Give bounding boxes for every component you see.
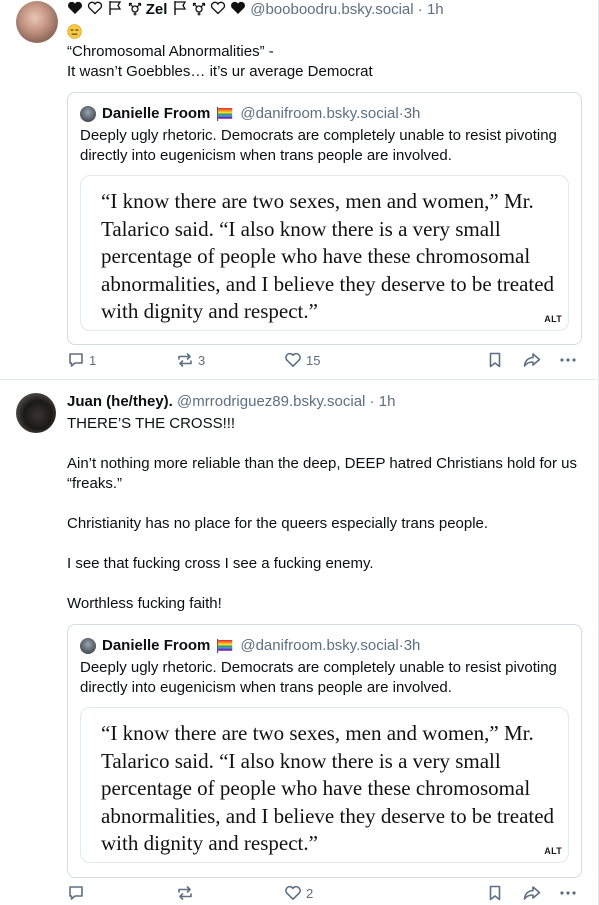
like-button[interactable]: 15	[284, 351, 320, 369]
display-name[interactable]: Zel	[146, 1, 168, 18]
more-icon	[560, 358, 576, 362]
handle[interactable]: @booboodru.bsky.social	[250, 1, 413, 18]
timestamp[interactable]: 1h	[427, 1, 444, 18]
alt-badge[interactable]: ALT	[544, 314, 562, 324]
quote-header: Danielle Froom @danifroom.bsky.social · …	[80, 105, 420, 123]
post-header: Juan (he/they). @mrrodriguez89.bsky.soci…	[67, 393, 395, 411]
bookmark-icon	[489, 352, 501, 368]
post[interactable]: Juan (he/they). @mrrodriguez89.bsky.soci…	[0, 381, 597, 905]
post-actions: 1 3 15	[0, 351, 597, 375]
post-header: Zel @booboodru.bsky.social · 1h	[67, 0, 444, 19]
post-actions: 2	[0, 884, 597, 905]
handle[interactable]: @mrrodriguez89.bsky.social	[177, 393, 365, 410]
reply-icon	[69, 353, 83, 367]
transgender-flag-icon	[173, 1, 186, 15]
expressionless-face-emoji	[67, 24, 82, 43]
reply-count: 1	[89, 352, 97, 368]
repost-button[interactable]: 3	[176, 351, 205, 369]
post-text: “Chromosomal Abnormalities” - It wasn’t …	[67, 43, 373, 80]
rainbow-flag-icon	[217, 107, 233, 121]
more-button[interactable]	[559, 884, 577, 902]
transgender-symbol-icon	[192, 2, 205, 16]
repost-icon	[178, 353, 192, 367]
repost-icon	[178, 886, 192, 900]
share-button[interactable]	[522, 351, 542, 369]
display-name-decoration	[67, 1, 146, 18]
like-icon	[285, 352, 301, 367]
like-count: 2	[306, 885, 314, 901]
quote-author-name: Danielle Froom	[102, 105, 211, 122]
share-button[interactable]	[522, 884, 542, 902]
like-icon	[285, 885, 301, 900]
quote-text: Deeply ugly rhetoric. Democrats are comp…	[80, 127, 557, 164]
reply-button[interactable]: 1	[67, 351, 96, 369]
bookmark-icon	[489, 885, 501, 901]
quote-image-text: “I know there are two sexes, men and wom…	[101, 189, 555, 323]
feed: Zel @booboodru.bsky.social · 1h “Chromos…	[0, 0, 599, 905]
quote-image-text: “I know there are two sexes, men and wom…	[101, 721, 555, 855]
quote-post[interactable]: Danielle Froom @danifroom.bsky.social · …	[67, 92, 582, 345]
separator: ·	[365, 393, 379, 410]
quote-avatar	[80, 106, 96, 122]
alt-badge[interactable]: ALT	[544, 846, 562, 856]
quote-image[interactable]: “I know there are two sexes, men and wom…	[80, 175, 569, 331]
white-flag-icon	[109, 1, 122, 15]
transgender-symbol-icon	[128, 2, 141, 16]
more-button[interactable]	[559, 351, 577, 369]
quote-timestamp: 3h	[403, 105, 421, 122]
like-count: 15	[306, 352, 321, 368]
quote-author-handle: @danifroom.bsky.social	[240, 105, 399, 122]
timestamp[interactable]: 1h	[379, 393, 396, 410]
repost-button[interactable]	[176, 884, 198, 902]
post[interactable]: Zel @booboodru.bsky.social · 1h “Chromos…	[0, 0, 597, 380]
bookmark-button[interactable]	[486, 884, 504, 902]
quote-text: Deeply ugly rhetoric. Democrats are comp…	[80, 659, 557, 696]
quote-timestamp: 3h	[403, 637, 421, 654]
reply-icon	[69, 886, 83, 900]
display-name[interactable]: Juan (he/they).	[67, 393, 173, 410]
more-icon	[560, 891, 576, 895]
avatar[interactable]	[16, 393, 56, 433]
black-heart-icon	[68, 1, 82, 14]
separator: ·	[413, 1, 427, 18]
reply-button[interactable]	[67, 884, 89, 902]
share-icon	[523, 353, 541, 367]
like-button[interactable]: 2	[284, 884, 313, 902]
display-name-decoration-trailing	[172, 1, 251, 18]
white-heart-icon	[88, 1, 103, 15]
black-heart-icon	[231, 1, 246, 14]
post-text: THERE’S THE CROSS!!! Ain’t nothing more …	[67, 415, 578, 612]
bookmark-button[interactable]	[486, 351, 504, 369]
quote-author-handle: @danifroom.bsky.social	[240, 637, 399, 654]
quote-author-name: Danielle Froom	[102, 637, 211, 654]
avatar[interactable]	[16, 1, 58, 43]
quote-image[interactable]: “I know there are two sexes, men and wom…	[80, 707, 569, 863]
repost-count: 3	[198, 352, 206, 368]
rainbow-flag-icon	[217, 639, 233, 653]
quote-avatar	[80, 638, 96, 654]
share-icon	[523, 886, 541, 900]
white-heart-icon	[210, 1, 226, 15]
quote-post[interactable]: Danielle Froom @danifroom.bsky.social · …	[67, 624, 582, 878]
quote-header: Danielle Froom @danifroom.bsky.social · …	[80, 637, 420, 655]
